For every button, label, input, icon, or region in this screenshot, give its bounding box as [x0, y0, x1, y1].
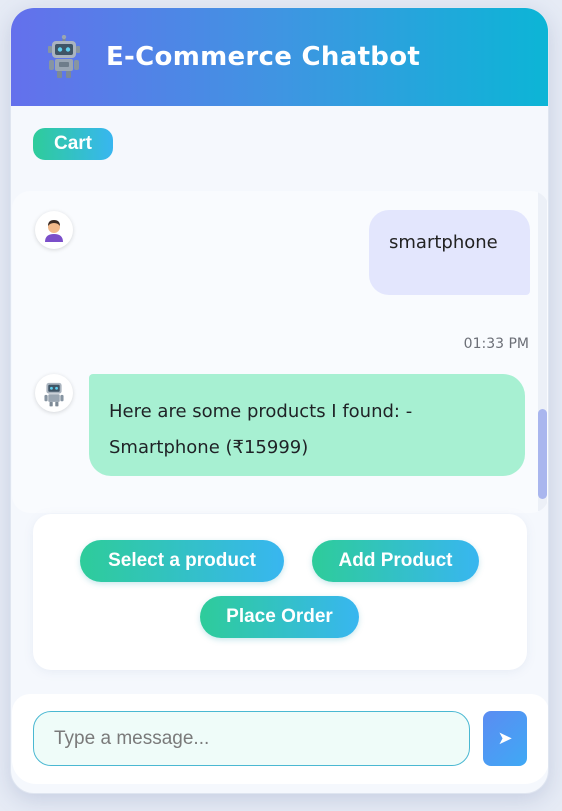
- user-avatar-icon: [35, 211, 73, 249]
- bot-message-bubble: Here are some products I found: - Smartp…: [89, 374, 525, 476]
- add-product-button[interactable]: Add Product: [312, 540, 479, 582]
- send-icon: ➤: [497, 728, 513, 749]
- bot-avatar-icon: [35, 374, 73, 412]
- chatbot-window: E-Commerce Chatbot Cart smartphone 01:33…: [10, 7, 549, 794]
- user-message-bubble: smartphone: [369, 210, 530, 295]
- send-button[interactable]: ➤: [483, 711, 527, 766]
- cart-row: Cart: [11, 106, 548, 188]
- chat-header: E-Commerce Chatbot: [11, 8, 548, 106]
- composer: ➤: [12, 694, 548, 784]
- message-input[interactable]: [33, 711, 470, 766]
- message-list[interactable]: smartphone 01:33 PM Here are some produc…: [12, 191, 548, 513]
- cart-button[interactable]: Cart: [33, 128, 114, 160]
- robot-icon: [44, 35, 84, 78]
- scrollbar-thumb[interactable]: [538, 409, 547, 499]
- place-order-button[interactable]: Place Order: [200, 596, 359, 638]
- select-product-button[interactable]: Select a product: [80, 540, 284, 582]
- message-timestamp: 01:33 PM: [463, 336, 529, 352]
- app-title: E-Commerce Chatbot: [106, 42, 421, 72]
- action-panel: Select a product Add Product Place Order: [33, 514, 527, 670]
